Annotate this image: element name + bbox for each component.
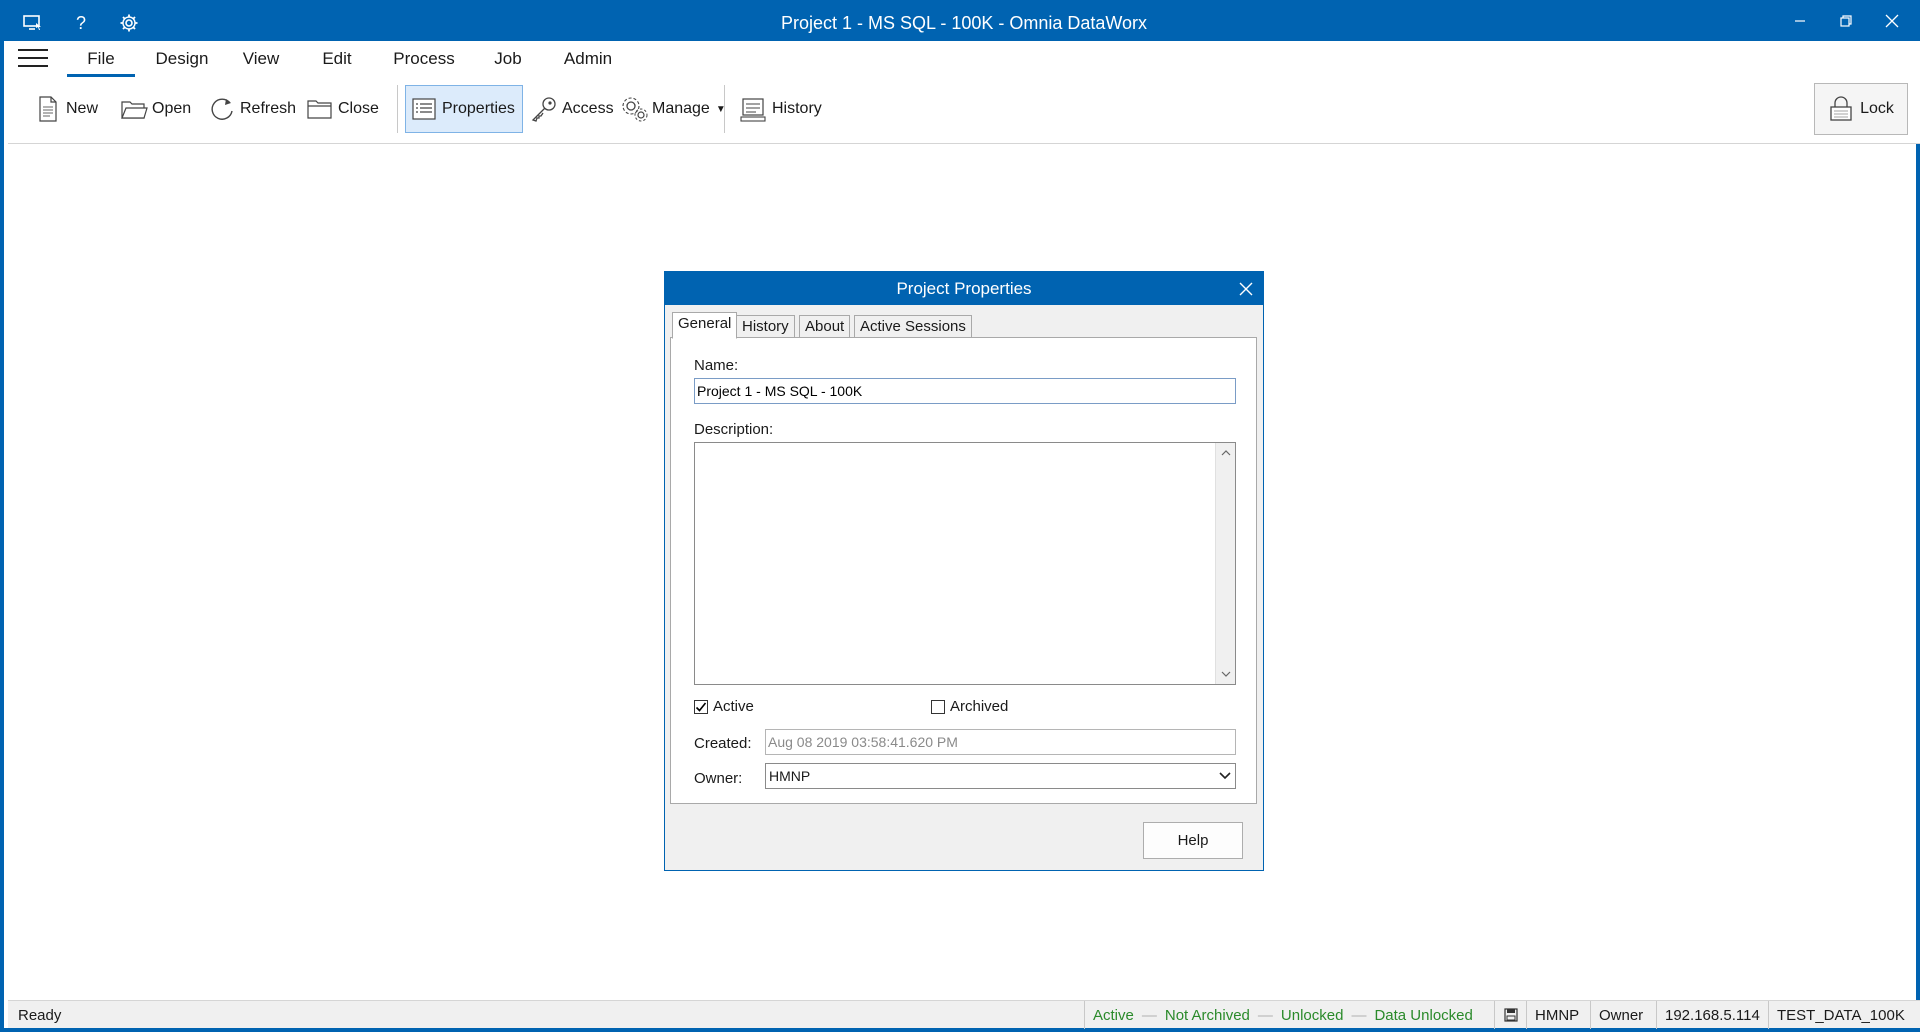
help-button[interactable]: Help	[1143, 822, 1243, 859]
status-unlocked: Unlocked	[1280, 1007, 1344, 1024]
restore-icon	[1840, 14, 1852, 27]
created-label: Created:	[694, 735, 752, 752]
chevron-down-icon	[1219, 764, 1231, 788]
tab-history[interactable]: History	[736, 315, 795, 339]
new-label: New	[66, 100, 99, 117]
dialog-close-button[interactable]	[1229, 272, 1263, 305]
status-active: Active	[1093, 1007, 1134, 1024]
name-input[interactable]: Project 1 - MS SQL - 100K	[694, 378, 1236, 404]
name-label: Name:	[694, 357, 739, 374]
properties-list-icon	[410, 95, 438, 123]
minimize-icon	[1795, 19, 1805, 22]
lock-icon	[1828, 96, 1854, 122]
minimize-button[interactable]	[1776, 0, 1824, 41]
general-tab-panel: Name: Project 1 - MS SQL - 100K Descript…	[670, 337, 1257, 804]
new-document-icon	[34, 95, 62, 123]
key-icon	[530, 95, 558, 123]
title-bar: ? Project 1 - MS SQL - 100K - Omnia Data…	[4, 0, 1920, 41]
scroll-up-icon[interactable]	[1216, 443, 1235, 463]
access-label: Access	[562, 100, 614, 117]
new-button[interactable]: New	[30, 85, 102, 133]
close-window-button[interactable]	[1868, 0, 1916, 41]
menu-edit[interactable]: Edit	[312, 41, 362, 77]
save-disk-icon[interactable]	[1494, 1001, 1526, 1029]
refresh-icon	[208, 95, 236, 123]
close-icon	[1239, 282, 1253, 295]
description-scrollbar[interactable]	[1215, 443, 1235, 684]
manage-button[interactable]: Manage ▼	[616, 85, 730, 133]
status-flags: Active — Not Archived — Unlocked — Data Unlock…	[1084, 1001, 1494, 1029]
open-folder-icon	[120, 95, 148, 123]
archived-checkbox-label: Archived	[950, 698, 1009, 715]
status-database: TEST_DATA_100K	[1768, 1001, 1920, 1029]
active-checkbox[interactable]	[694, 699, 708, 714]
status-bar: Ready Active — Not Archived — Unlocked — Data …	[8, 1000, 1920, 1029]
close-folder-icon	[306, 95, 334, 123]
menu-job[interactable]: Job	[483, 41, 533, 77]
open-label: Open	[152, 100, 192, 117]
owner-value: HMNP	[769, 768, 811, 784]
status-data-unlocked: Data Unlocked	[1374, 1007, 1473, 1024]
status-ready: Ready	[18, 1007, 62, 1024]
lock-label: Lock	[1860, 100, 1894, 117]
project-properties-dialog: Project Properties General History About…	[664, 271, 1264, 871]
archived-checkbox-row[interactable]: Archived	[931, 698, 1008, 715]
properties-label: Properties	[442, 100, 515, 117]
close-icon	[1885, 14, 1899, 27]
status-not-archived: Not Archived	[1164, 1007, 1250, 1024]
checkmark-icon	[695, 702, 707, 712]
menu-process[interactable]: Process	[384, 41, 464, 77]
menu-bar: File Design View Edit Process Job Admin	[8, 41, 1920, 77]
description-text	[695, 443, 1235, 449]
refresh-label: Refresh	[240, 100, 297, 117]
tab-about[interactable]: About	[799, 315, 851, 339]
status-user: HMNP	[1526, 1001, 1590, 1029]
history-label: History	[772, 100, 822, 117]
history-icon	[740, 95, 768, 123]
tab-general[interactable]: General	[672, 312, 738, 339]
owner-label: Owner:	[694, 770, 743, 787]
window-title: Project 1 - MS SQL - 100K - Omnia DataWo…	[780, 13, 1148, 33]
ribbon-separator	[724, 85, 725, 133]
refresh-button[interactable]: Refresh	[204, 85, 300, 133]
close-project-button[interactable]: Close	[302, 85, 383, 133]
description-textarea[interactable]	[694, 442, 1236, 685]
open-button[interactable]: Open	[116, 85, 195, 133]
menu-admin[interactable]: Admin	[556, 41, 620, 77]
properties-button[interactable]: Properties	[405, 85, 523, 133]
restore-button[interactable]	[1822, 0, 1870, 41]
close-label: Close	[338, 100, 379, 117]
access-button[interactable]: Access	[526, 85, 618, 133]
lock-button[interactable]: Lock	[1814, 83, 1908, 135]
archived-checkbox[interactable]	[931, 699, 945, 714]
app-window: ? Project 1 - MS SQL - 100K - Omnia Data…	[0, 0, 1920, 1032]
active-checkbox-row[interactable]: Active	[694, 698, 754, 715]
owner-select[interactable]: HMNP	[765, 763, 1236, 789]
created-field: Aug 08 2019 03:58:41.620 PM	[765, 729, 1236, 755]
active-checkbox-label: Active	[713, 698, 754, 715]
description-label: Description:	[694, 421, 774, 438]
manage-label: Manage	[652, 100, 710, 117]
dialog-title: Project Properties	[665, 272, 1263, 305]
menu-design[interactable]: Design	[146, 41, 218, 77]
hamburger-menu-icon[interactable]	[18, 49, 48, 71]
ribbon-separator	[397, 85, 398, 133]
status-ip: 192.168.5.114	[1656, 1001, 1768, 1029]
manage-gears-icon	[620, 95, 648, 123]
status-role: Owner	[1590, 1001, 1656, 1029]
history-button[interactable]: History	[736, 85, 826, 133]
menu-view[interactable]: View	[233, 41, 289, 77]
ribbon-toolbar: New Open Refresh Close Properties Access…	[8, 77, 1920, 144]
tab-active-sessions[interactable]: Active Sessions	[854, 315, 972, 339]
scroll-down-icon[interactable]	[1216, 664, 1235, 684]
menu-file[interactable]: File	[67, 41, 135, 77]
